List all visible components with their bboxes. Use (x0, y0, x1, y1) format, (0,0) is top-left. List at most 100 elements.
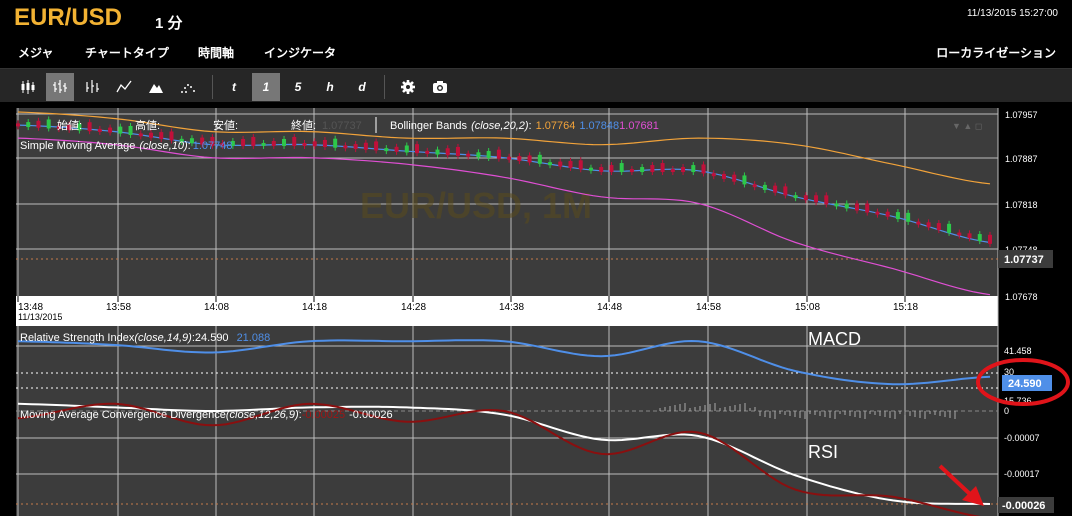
watermark: EUR/USD, 1M (360, 185, 592, 226)
candle-body (466, 153, 471, 157)
rsi-params: (close,14,9) (134, 332, 192, 344)
candle-body (732, 174, 737, 182)
candle-body (865, 203, 870, 213)
candle-body (988, 234, 992, 244)
candle-body (793, 195, 798, 199)
time-tick-label: 14:38 (499, 302, 524, 313)
macd-tick: -0.00017 (1004, 469, 1040, 479)
bollinger-params: (close,20,2) (471, 120, 529, 132)
candle-body (435, 149, 440, 155)
candle-body (619, 163, 624, 173)
candle-body (384, 148, 389, 152)
candle-body (445, 148, 450, 156)
bollinger-lower: 1.07681 (619, 120, 659, 132)
macd-value2: -0.00026 (349, 409, 392, 421)
candle-body (251, 136, 256, 146)
candle-body (640, 167, 645, 173)
candle-body (537, 154, 542, 164)
candle-body (926, 222, 931, 228)
price-tick: 1.07678 (1005, 292, 1038, 302)
candle-body (752, 184, 757, 188)
candle-body (957, 232, 962, 236)
candle-body (415, 144, 420, 154)
candle-body (394, 146, 399, 152)
candle-body (814, 195, 819, 203)
candle-body (425, 150, 430, 154)
candle-body (558, 161, 563, 167)
candle-body (660, 163, 665, 173)
macd-value1: -0.00025 (302, 409, 345, 421)
candle-body (16, 123, 20, 127)
date-label: 11/13/2015 (18, 312, 62, 322)
sma-legend: Simple Moving Average (close,10): 1.07748 (20, 140, 233, 152)
time-tick-label: 15:08 (795, 302, 820, 313)
candle-body (97, 128, 102, 132)
low-label: 安値: (213, 118, 238, 132)
macd-tick: 0 (1004, 406, 1009, 416)
macd-params: (close,12,26,9) (226, 409, 299, 421)
candle-body (629, 169, 634, 173)
sma-params: (close,10) (139, 140, 188, 152)
candle-body (404, 145, 409, 153)
candle-body (783, 186, 788, 196)
macd-tick: -0.00007 (1004, 433, 1040, 443)
candle-body (588, 167, 593, 171)
close-value: 1.07737 (322, 120, 362, 132)
candle-body (711, 173, 716, 177)
candle-body (967, 233, 972, 239)
candle-body (374, 141, 379, 151)
rsi-annotation: RSI (808, 442, 838, 462)
time-tick-label: 14:58 (696, 302, 721, 313)
candle-body (906, 212, 911, 222)
candle-body (568, 160, 573, 168)
candle-body (834, 203, 839, 207)
candle-body (936, 223, 941, 231)
candle-body (26, 122, 31, 128)
candle-body (292, 136, 297, 146)
candle-body (762, 184, 767, 190)
candle-body (517, 156, 522, 162)
candle-body (496, 149, 501, 159)
sma-sep: : (188, 140, 191, 152)
candle-body (895, 212, 900, 220)
candle-body (527, 155, 532, 163)
panel-control-icons[interactable]: ▼ ▲ ◻ (952, 121, 982, 131)
rsi-value2: 21.088 (237, 332, 271, 344)
candle-body (691, 165, 696, 173)
close-label: 終値: (291, 118, 316, 132)
candle-body (455, 146, 460, 156)
candle-body (282, 138, 287, 146)
candle-body (353, 144, 358, 150)
candle-body (599, 167, 604, 173)
candle-body (947, 223, 952, 233)
candle-body (844, 203, 849, 209)
macd-current: -0.00026 (1002, 500, 1045, 512)
candle-body (261, 142, 266, 146)
price-tick: 1.07818 (1005, 200, 1038, 210)
candle-body (149, 132, 154, 138)
high-label: 高値: (135, 118, 160, 132)
candle-body (476, 152, 481, 158)
rsi-tick: 41.458 (1004, 346, 1032, 356)
candle-body (343, 145, 348, 149)
candle-body (159, 132, 164, 140)
macd-legend: Moving Average Convergence Divergence(cl… (20, 409, 393, 421)
bollinger-mid: 1.07848 (579, 120, 619, 132)
candle-body (333, 138, 338, 148)
bollinger-label: Bollinger Bands (390, 120, 468, 132)
candle-body (824, 195, 829, 205)
time-tick-label: 14:28 (401, 302, 426, 313)
candle-body (507, 156, 512, 160)
candle-body (486, 150, 491, 158)
candle-body (128, 125, 133, 135)
candle-body (885, 211, 890, 217)
candle-body (701, 164, 706, 174)
candle-body (854, 203, 859, 211)
bollinger-sep: : (529, 120, 532, 132)
candle-body (773, 185, 778, 193)
rsi-label: Relative Strength Index (20, 332, 135, 344)
candle-body (271, 140, 276, 146)
chart-area: EUR/USD, 1M 始値: 高値: 安値: 終値: 1.07737 Boll… (16, 108, 1070, 516)
macd-label: Moving Average Convergence Divergence (20, 409, 226, 421)
sma-label: Simple Moving Average (20, 140, 135, 152)
